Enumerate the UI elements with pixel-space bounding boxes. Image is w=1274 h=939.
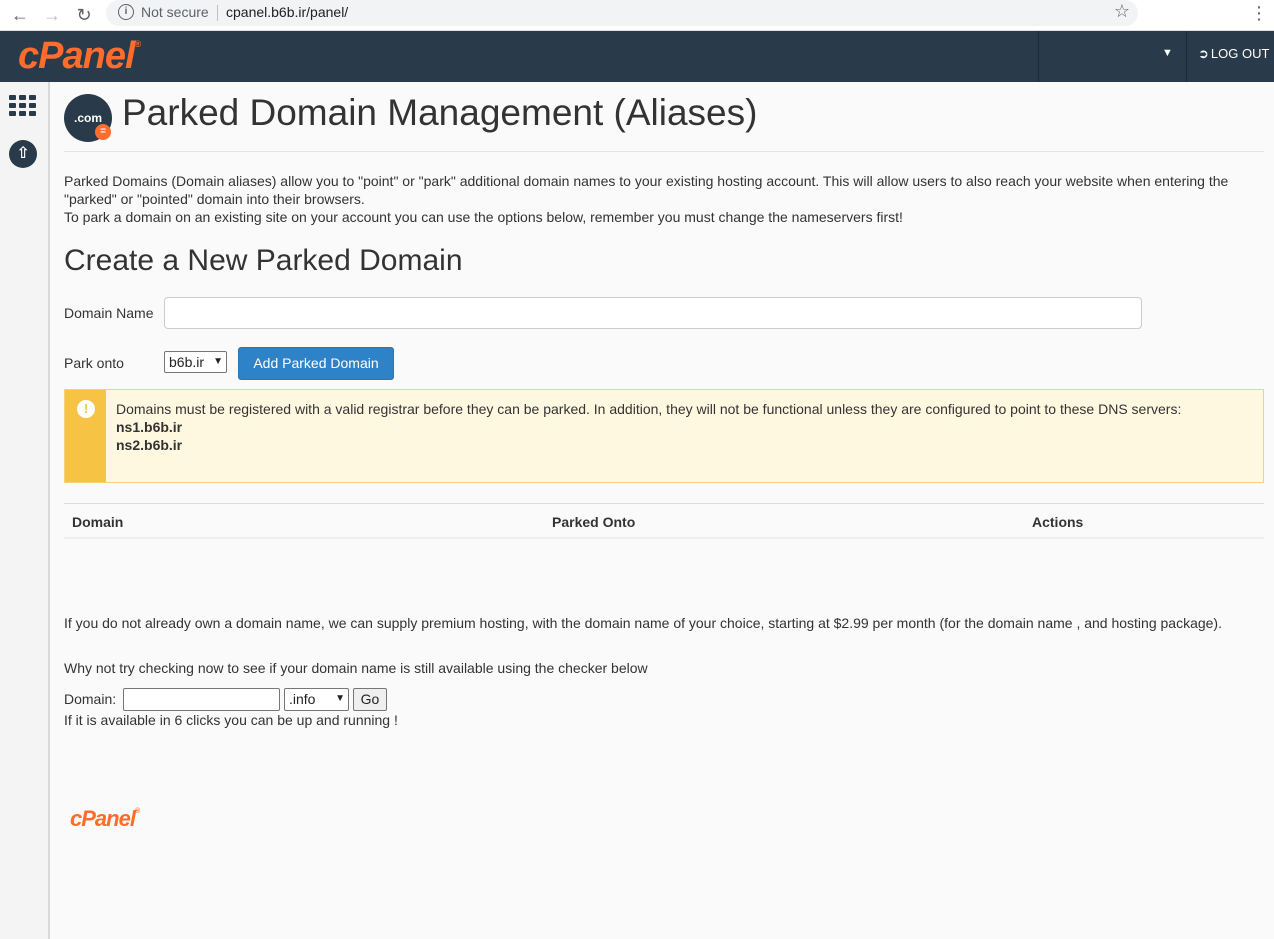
chevron-down-icon: ▼	[213, 356, 223, 367]
domain-checker-label: Domain:	[64, 691, 117, 707]
title-divider	[64, 151, 1264, 152]
alert-message: Domains must be registered with a valid …	[116, 401, 1182, 417]
table-header-border	[64, 537, 1264, 539]
page-title: Parked Domain Management (Aliases)	[122, 92, 758, 133]
domain-name-label: Domain Name	[64, 305, 154, 321]
equals-badge-icon: =	[95, 124, 111, 140]
go-button[interactable]: Go	[353, 688, 387, 711]
exclamation-icon: !	[77, 400, 95, 418]
user-menu-caret-icon[interactable]: ▼	[1162, 47, 1173, 59]
add-parked-domain-button[interactable]: Add Parked Domain	[238, 347, 394, 380]
nameserver-1: ns1.b6b.ir	[116, 419, 183, 435]
domain-checker-input[interactable]	[123, 688, 280, 711]
header-divider	[1186, 31, 1187, 82]
forward-arrow-icon[interactable]: →	[40, 3, 64, 27]
column-header-parked-onto[interactable]: Parked Onto	[552, 514, 635, 530]
chevron-down-icon: ▼	[335, 693, 345, 704]
column-header-domain[interactable]: Domain	[72, 514, 123, 530]
intro-paragraph: To park a domain on an existing site on …	[64, 209, 903, 225]
sidebar: ⇧	[0, 82, 50, 939]
info-icon[interactable]: i	[118, 4, 134, 20]
park-onto-select[interactable]: b6b.ir ▼	[164, 351, 227, 373]
alert-text: Domains must be registered with a valid …	[116, 400, 1246, 454]
create-section-title: Create a New Parked Domain	[64, 244, 463, 277]
promo-footer-text: If it is available in 6 clicks you can b…	[64, 712, 398, 728]
tld-select[interactable]: .info ▼	[284, 688, 349, 711]
security-status: Not secure	[141, 4, 209, 20]
cpanel-logo[interactable]: cPanel®	[18, 35, 141, 78]
nameserver-2: ns2.b6b.ir	[116, 437, 183, 453]
bookmark-star-icon[interactable]: ☆	[1114, 1, 1130, 22]
omnibox-divider	[217, 5, 218, 21]
logout-label: LOG OUT	[1210, 46, 1270, 61]
browser-toolbar: ← → ↻ i Not secure cpanel.b6b.ir/panel/ …	[0, 0, 1274, 31]
domain-com-icon: .com =	[64, 94, 112, 142]
nameserver-warning-alert: ! Domains must be registered with a vali…	[64, 389, 1264, 483]
intro-text: Parked Domains (Domain aliases) allow yo…	[64, 172, 1254, 226]
intro-paragraph: Parked Domains (Domain aliases) allow yo…	[64, 173, 1229, 207]
header-divider	[1038, 31, 1039, 82]
promo-text: If you do not already own a domain name,…	[64, 615, 1222, 631]
alert-stripe: !	[65, 390, 106, 482]
url-text[interactable]: cpanel.b6b.ir/panel/	[226, 4, 348, 20]
apps-grid-icon[interactable]	[9, 95, 37, 117]
column-header-actions: Actions	[1032, 514, 1084, 530]
table-top-border	[64, 503, 1264, 504]
browser-menu-icon[interactable]: ⋮	[1250, 3, 1268, 24]
back-arrow-icon[interactable]: ←	[8, 3, 32, 27]
logout-button[interactable]: ➲ LOG OUT	[1198, 46, 1269, 62]
upload-icon[interactable]: ⇧	[9, 140, 37, 168]
domain-name-input[interactable]	[164, 297, 1142, 329]
footer-cpanel-logo: cPanel®	[70, 806, 140, 831]
address-bar[interactable]: i Not secure cpanel.b6b.ir/panel/ ☆	[106, 0, 1138, 26]
cpanel-header: cPanel® ▼ ➲ LOG OUT	[0, 31, 1274, 82]
park-onto-label: Park onto	[64, 355, 124, 371]
promo-checker-text: Why not try checking now to see if your …	[64, 660, 648, 676]
reload-icon[interactable]: ↻	[72, 3, 96, 27]
logout-icon: ➲	[1198, 46, 1209, 61]
